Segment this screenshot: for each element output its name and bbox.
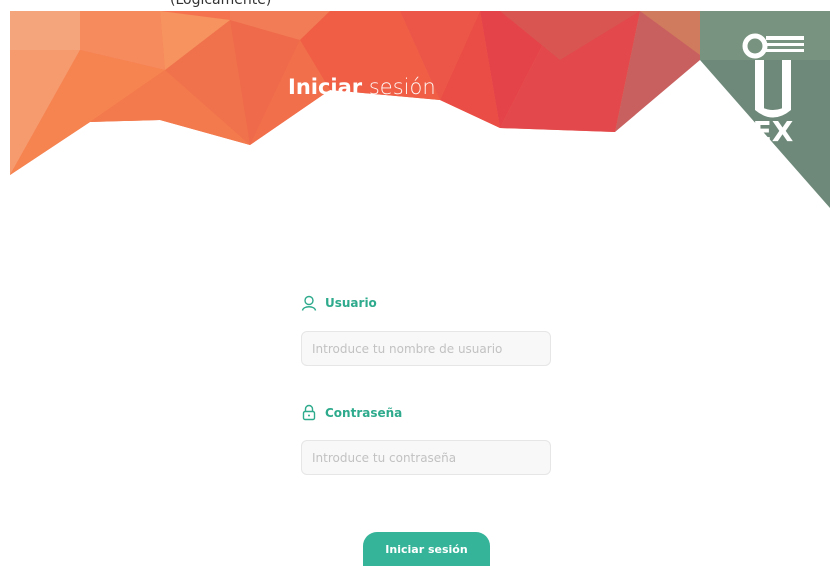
username-input[interactable] [301, 331, 551, 366]
page-title: Iniciar sesión [288, 75, 436, 99]
header-banner [10, 11, 830, 208]
username-label: Usuario [325, 296, 377, 310]
username-label-row: Usuario [301, 295, 377, 311]
user-icon [301, 295, 317, 311]
password-label: Contraseña [325, 405, 403, 420]
password-input[interactable] [301, 440, 551, 475]
lock-icon [302, 404, 316, 421]
uex-logo: EX [742, 33, 804, 143]
logo-text: EX [753, 115, 794, 143]
login-button[interactable]: Iniciar sesión [363, 532, 490, 566]
page-title-light: sesión [368, 75, 436, 99]
page-title-strong: Iniciar [288, 75, 363, 99]
password-label-row: Contraseña [301, 404, 402, 421]
